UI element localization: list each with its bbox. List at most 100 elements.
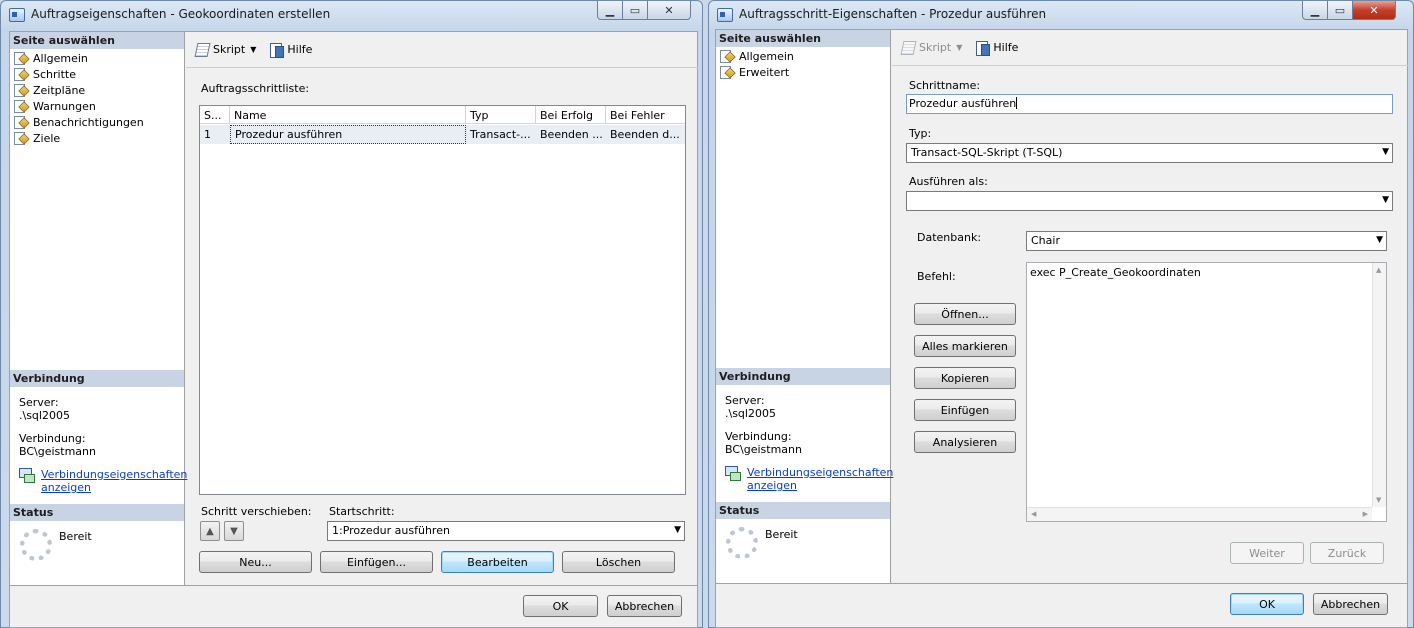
step-name-label: Schrittname: — [909, 79, 981, 92]
database-select[interactable]: Chair ▼ — [1026, 231, 1387, 251]
cancel-button[interactable]: Abbrechen — [1313, 593, 1388, 615]
move-step-label: Schritt verschieben: — [201, 505, 312, 518]
script-icon — [194, 42, 210, 57]
maximize-button[interactable]: ▭ — [623, 1, 648, 20]
connection-properties-icon — [725, 466, 741, 481]
scroll-up-icon[interactable]: ▲ — [1376, 266, 1381, 274]
title-bar[interactable]: Auftragsschritt-Eigenschaften - Prozedur… — [709, 1, 1413, 29]
close-button[interactable]: ✕ — [648, 1, 691, 20]
ok-button[interactable]: OK — [1230, 593, 1304, 615]
status-text: Bereit — [765, 528, 798, 541]
ok-button[interactable]: OK — [523, 595, 598, 617]
status-header: Status — [716, 502, 890, 519]
select-all-button[interactable]: Alles markieren — [914, 335, 1016, 357]
chevron-down-icon: ▼ — [674, 525, 681, 535]
toolbar-divider — [186, 67, 698, 68]
start-step-label: Startschritt: — [329, 505, 395, 518]
run-as-label: Ausführen als: — [909, 175, 988, 188]
delete-step-button[interactable]: Löschen — [562, 551, 675, 573]
col-header-step[interactable]: S... — [200, 106, 230, 124]
cell-name: Prozedur ausführen — [230, 125, 466, 144]
command-text: exec P_Create_Geokoordinaten — [1030, 266, 1201, 279]
chevron-down-icon[interactable]: ▼ — [956, 43, 962, 52]
insert-step-button[interactable]: Einfügen... — [320, 551, 433, 573]
arrow-up-icon: ▲ — [206, 525, 214, 537]
script-icon — [900, 40, 916, 55]
nav-item-allgemein[interactable]: Allgemein — [13, 50, 88, 66]
connection-properties-icon — [19, 468, 35, 483]
scroll-down-icon[interactable]: ▼ — [1376, 496, 1381, 504]
cell-step: 1 — [204, 128, 211, 141]
page-select-pane: Seite auswählen Allgemein Schritte Zeitp… — [10, 32, 187, 585]
page-icon — [719, 49, 735, 63]
progress-spinner-icon — [20, 529, 52, 561]
horizontal-scrollbar[interactable]: ◀ ▶ — [1027, 507, 1372, 521]
nav-item-warnungen[interactable]: Warnungen — [13, 98, 96, 114]
dialog-client: Seite auswählen Allgemein Schritte Zeitp… — [9, 31, 698, 628]
footer-divider — [10, 585, 698, 586]
col-header-type[interactable]: Typ — [466, 106, 536, 124]
window-title: Auftragseigenschaften - Geokoordinaten e… — [31, 7, 331, 21]
minimize-button[interactable]: ▁ — [597, 1, 623, 20]
parse-button[interactable]: Analysieren — [914, 431, 1016, 453]
move-down-button[interactable]: ▼ — [224, 521, 244, 541]
nav-item-allgemein[interactable]: Allgemein — [719, 48, 794, 64]
col-header-on-success[interactable]: Bei Erfolg — [536, 106, 606, 124]
back-button[interactable]: Zurück — [1310, 542, 1384, 564]
copy-button[interactable]: Kopieren — [914, 367, 1016, 389]
type-select[interactable]: Transact-SQL-Skript (T-SQL) ▼ — [906, 143, 1393, 163]
vertical-scrollbar[interactable]: ▲ ▼ — [1372, 263, 1386, 507]
connection-header: Verbindung — [716, 368, 890, 385]
steps-grid[interactable]: S... Name Typ Bei Erfolg Bei Fehler 1 Pr… — [199, 105, 686, 495]
server-value: .\sql2005 — [19, 409, 70, 422]
toolbar: Skript ▼ Hilfe — [186, 34, 314, 64]
nav-item-erweitert[interactable]: Erweitert — [719, 64, 789, 80]
cancel-button[interactable]: Abbrechen — [607, 595, 682, 617]
edit-step-button[interactable]: Bearbeiten — [441, 551, 554, 573]
chevron-down-icon: ▼ — [1382, 147, 1389, 157]
step-name-input[interactable]: Prozedur ausführen — [906, 94, 1393, 114]
window-app-icon — [717, 8, 733, 22]
help-icon — [268, 42, 285, 58]
maximize-button[interactable]: ▭ — [1328, 1, 1353, 20]
next-button[interactable]: Weiter — [1230, 542, 1304, 564]
chevron-down-icon[interactable]: ▼ — [250, 45, 256, 54]
nav-item-benachrichtigungen[interactable]: Benachrichtigungen — [13, 114, 144, 130]
move-up-button[interactable]: ▲ — [200, 521, 220, 541]
connection-value: BC\geistmann — [19, 445, 96, 458]
steps-list-label: Auftragsschrittliste: — [201, 82, 310, 95]
new-step-button[interactable]: Neu... — [199, 551, 312, 573]
title-bar[interactable]: Auftragseigenschaften - Geokoordinaten e… — [1, 1, 702, 29]
connection-header: Verbindung — [10, 370, 184, 387]
script-button[interactable]: Skript ▼ — [898, 37, 964, 57]
nav-item-zeitplaene[interactable]: Zeitpläne — [13, 82, 85, 98]
open-button[interactable]: Öffnen... — [914, 303, 1016, 325]
dialog-client: Seite auswählen Allgemein Erweitert Verb… — [715, 29, 1408, 628]
col-header-name[interactable]: Name — [230, 106, 466, 124]
page-icon — [13, 67, 29, 81]
paste-button[interactable]: Einfügen — [914, 399, 1016, 421]
minimize-button[interactable]: ▁ — [1302, 1, 1328, 20]
status-header: Status — [10, 504, 184, 521]
scroll-left-icon[interactable]: ◀ — [1031, 510, 1036, 518]
server-label: Server: — [19, 396, 59, 409]
command-textarea[interactable]: exec P_Create_Geokoordinaten ▲ ▼ ◀ ▶ — [1026, 262, 1387, 522]
help-button[interactable]: Hilfe — [266, 39, 314, 59]
scroll-right-icon[interactable]: ▶ — [1363, 510, 1368, 518]
script-button[interactable]: Skript ▼ — [192, 39, 258, 59]
server-label: Server: — [725, 394, 765, 407]
nav-item-schritte[interactable]: Schritte — [13, 66, 76, 82]
connection-properties-link[interactable]: Verbindungseigenschaften anzeigen — [19, 468, 187, 494]
connection-properties-link[interactable]: Verbindungseigenschaften anzeigen — [725, 466, 893, 492]
run-as-select[interactable]: ▼ — [906, 191, 1393, 211]
col-header-on-failure[interactable]: Bei Fehler — [606, 106, 685, 124]
start-step-select[interactable]: 1:Prozedur ausführen ▼ — [327, 521, 685, 541]
close-button[interactable]: ✕ — [1353, 1, 1396, 20]
cell-on-failure: Beenden d... — [610, 128, 680, 141]
help-button[interactable]: Hilfe — [972, 37, 1020, 57]
nav-item-ziele[interactable]: Ziele — [13, 130, 60, 146]
connection-value: BC\geistmann — [725, 443, 802, 456]
window-title: Auftragsschritt-Eigenschaften - Prozedur… — [739, 7, 1047, 21]
chevron-down-icon: ▼ — [1382, 195, 1389, 205]
table-row[interactable]: 1 Prozedur ausführen Transact-... Beende… — [200, 125, 685, 144]
